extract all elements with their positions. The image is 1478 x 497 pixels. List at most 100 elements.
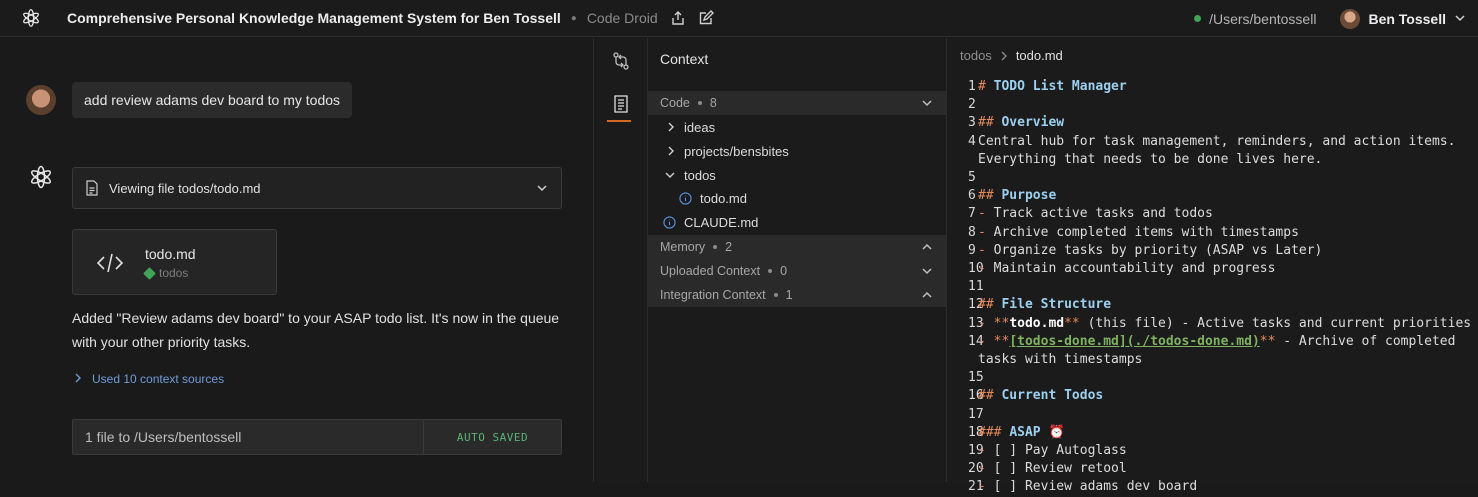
chevron-up-icon bbox=[921, 241, 933, 256]
line-content: ## Overview bbox=[976, 114, 1474, 132]
line-number: 20 bbox=[968, 461, 984, 477]
file-card-dir-label: todos bbox=[159, 266, 189, 280]
droid-logo-icon[interactable] bbox=[0, 0, 62, 37]
code-token: [ ] Review retool bbox=[993, 461, 1127, 477]
code-token: Central hub for task management, reminde… bbox=[978, 133, 1464, 167]
title-separator: ● bbox=[570, 12, 577, 24]
code-line: 3 ## Overview bbox=[948, 114, 1478, 132]
code-token: - ** bbox=[978, 315, 1010, 331]
code-token: Maintain accountability and progress bbox=[993, 261, 1276, 277]
tree-item-label: CLAUDE.md bbox=[684, 214, 759, 230]
folder-tag-icon bbox=[143, 266, 156, 280]
section-integration[interactable]: Integration Context 1 bbox=[648, 283, 947, 307]
file-card-name: todo.md bbox=[145, 246, 196, 262]
droid-avatar-icon bbox=[27, 163, 55, 194]
line-number: 18 bbox=[968, 424, 984, 440]
line-content: - **[todos-done.md](./todos-done.md)** -… bbox=[976, 333, 1474, 369]
context-sources-label: Used 10 context sources bbox=[92, 372, 225, 386]
line-number: 4 bbox=[968, 133, 976, 149]
context-sources-toggle[interactable]: Used 10 context sources bbox=[74, 372, 224, 386]
tree-item-ideas[interactable]: ideas bbox=[648, 115, 947, 139]
breadcrumb-folder[interactable]: todos bbox=[960, 48, 992, 63]
line-number: 6 bbox=[968, 188, 976, 204]
chevron-right-icon bbox=[74, 372, 82, 386]
section-code-label: Code bbox=[660, 96, 690, 110]
user-avatar[interactable] bbox=[1340, 8, 1361, 29]
tree-item-claude-md[interactable]: CLAUDE.md bbox=[648, 210, 947, 234]
section-memory[interactable]: Memory 2 bbox=[648, 235, 947, 259]
line-number: 9 bbox=[968, 242, 976, 258]
section-uploaded-count: 0 bbox=[780, 264, 788, 278]
line-content bbox=[976, 169, 1474, 187]
code-token: ## bbox=[978, 115, 1002, 131]
line-content bbox=[976, 96, 1474, 114]
chevron-down-icon bbox=[921, 265, 933, 280]
user-message: add review adams dev board to my todos bbox=[72, 82, 353, 118]
line-content: ## Current Todos bbox=[976, 387, 1474, 405]
context-panel: Context Code 8 ideas projects/bensbites … bbox=[648, 38, 947, 482]
line-content: - [ ] Review adams dev board bbox=[976, 478, 1474, 496]
working-directory[interactable]: /Users/bentossell bbox=[1209, 11, 1316, 27]
auto-saved-badge: AUTO SAVED bbox=[456, 430, 529, 444]
section-code[interactable]: Code 8 bbox=[648, 91, 947, 115]
top-bar: Comprehensive Personal Knowledge Managem… bbox=[0, 0, 1478, 37]
git-compare-icon[interactable] bbox=[611, 51, 631, 71]
code-token: [ ] Pay Autoglass bbox=[993, 443, 1127, 459]
info-icon bbox=[679, 191, 692, 205]
code-line: 1 # TODO List Manager bbox=[948, 78, 1478, 96]
user-name[interactable]: Ben Tossell bbox=[1368, 11, 1446, 27]
code-line: 16 ## Current Todos bbox=[948, 387, 1478, 405]
chevron-down-icon[interactable] bbox=[1454, 11, 1466, 27]
chevron-down-icon bbox=[921, 97, 933, 112]
line-number: 13 bbox=[968, 315, 984, 331]
code-line: 10- Maintain accountability and progress bbox=[948, 260, 1478, 278]
code-token: - ** bbox=[978, 333, 1010, 349]
file-card-dir: todos bbox=[143, 266, 189, 280]
code-token: - bbox=[978, 461, 994, 477]
code-token: ** bbox=[1064, 315, 1080, 331]
code-line: 19- [ ] Pay Autoglass bbox=[948, 442, 1478, 460]
document-icon[interactable] bbox=[611, 94, 631, 114]
tree-item-todos[interactable]: todos bbox=[648, 163, 947, 187]
code-line: 17 bbox=[948, 406, 1478, 424]
chevron-right-icon bbox=[666, 121, 676, 133]
line-content: ## Purpose bbox=[976, 187, 1474, 205]
line-content: # TODO List Manager bbox=[976, 78, 1474, 96]
info-icon bbox=[663, 215, 676, 229]
chat-panel: add review adams dev board to my todos V… bbox=[0, 38, 594, 482]
tree-item-projects[interactable]: projects/bensbites bbox=[648, 139, 947, 163]
code-token: Current Todos bbox=[1001, 388, 1104, 404]
count-separator bbox=[768, 269, 773, 273]
code-token: File Structure bbox=[1001, 297, 1112, 313]
code-view[interactable]: 1 # TODO List Manager 2 3 ## Overview 4 Centr… bbox=[948, 78, 1478, 497]
code-token: - bbox=[978, 443, 994, 459]
chevron-right-icon bbox=[1000, 51, 1008, 61]
code-token: - bbox=[978, 206, 994, 222]
chevron-up-icon bbox=[921, 289, 933, 304]
tree-item-todo-md[interactable]: todo.md bbox=[648, 186, 947, 210]
code-line: 4 Central hub for task management, remind… bbox=[948, 133, 1478, 169]
save-status-bar: 1 file to /Users/bentossell AUTO SAVED bbox=[72, 419, 562, 455]
tree-item-label: todo.md bbox=[700, 190, 747, 206]
section-integration-count: 1 bbox=[785, 288, 793, 302]
share-icon[interactable] bbox=[670, 10, 686, 26]
connection-status-dot bbox=[1194, 15, 1202, 22]
session-title: Comprehensive Personal Knowledge Managem… bbox=[67, 10, 561, 26]
code-line: 11 bbox=[948, 278, 1478, 296]
active-tab-indicator bbox=[607, 120, 631, 122]
viewing-file-toggle[interactable]: Viewing file todos/todo.md bbox=[72, 167, 562, 209]
code-line: 12 ## File Structure bbox=[948, 296, 1478, 314]
breadcrumb-file: todo.md bbox=[1015, 48, 1063, 63]
line-number: 3 bbox=[968, 115, 976, 131]
context-header: Context bbox=[660, 51, 709, 67]
section-uploaded-label: Uploaded Context bbox=[660, 264, 761, 278]
file-card[interactable]: todo.md todos bbox=[72, 229, 277, 295]
chevron-right-icon bbox=[666, 145, 676, 157]
edit-icon[interactable] bbox=[698, 10, 714, 26]
section-uploaded[interactable]: Uploaded Context 0 bbox=[648, 259, 947, 283]
code-line: 6 ## Purpose bbox=[948, 187, 1478, 205]
code-icon bbox=[95, 251, 125, 278]
code-token: ** bbox=[1259, 333, 1276, 349]
code-line: 9- Organize tasks by priority (ASAP vs L… bbox=[948, 242, 1478, 260]
tree-item-label: ideas bbox=[684, 119, 716, 135]
